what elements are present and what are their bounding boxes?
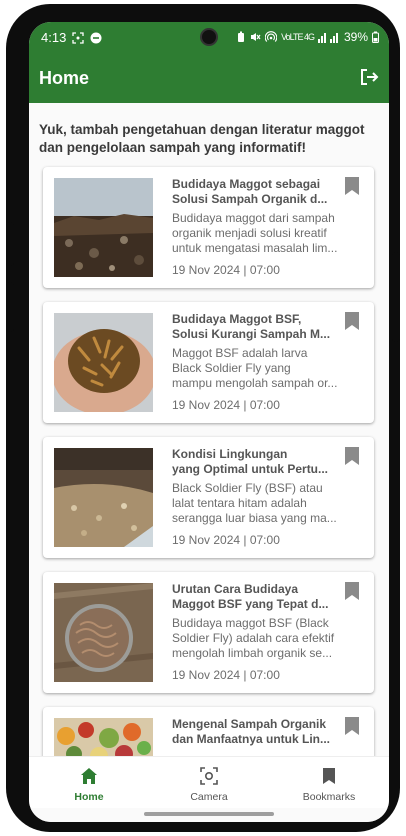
camera-scan-icon xyxy=(200,767,218,785)
bookmark-icon[interactable] xyxy=(345,447,359,465)
bookmark-icon[interactable] xyxy=(345,177,359,195)
article-thumbnail xyxy=(54,313,153,412)
logout-icon[interactable] xyxy=(359,67,379,87)
article-description: Maggot BSF adalah larva Black Soldier Fl… xyxy=(172,346,338,390)
power-button xyxy=(392,252,400,342)
article-card[interactable]: Budidaya Maggot sebagai Solusi Sampah Or… xyxy=(43,167,374,288)
battery-percent: 39% xyxy=(343,30,368,44)
network-type: VoLTE 4G xyxy=(281,32,315,42)
phone-frame: 4:13 VoLTE 4G 39% Home Yuk, tambah penge… xyxy=(6,4,400,832)
page-title: Home xyxy=(39,68,90,88)
screen: 4:13 VoLTE 4G 39% Home Yuk, tambah penge… xyxy=(29,22,389,822)
nav-camera[interactable]: Camera xyxy=(149,757,269,809)
article-description: Budidaya maggot BSF (Black Soldier Fly) … xyxy=(172,616,335,660)
nav-home[interactable]: Home xyxy=(29,757,149,809)
app-bar: Home xyxy=(29,53,389,103)
article-title: Kondisi Lingkungan yang Optimal untuk Pe… xyxy=(172,447,329,476)
volume-down-button xyxy=(6,282,14,332)
article-title: Urutan Cara Budidaya Maggot BSF yang Tep… xyxy=(172,582,329,611)
article-thumbnail xyxy=(54,718,153,756)
article-description: Black Soldier Fly (BSF) atau lalat tenta… xyxy=(172,481,337,525)
article-card[interactable]: Kondisi Lingkungan yang Optimal untuk Pe… xyxy=(43,437,374,558)
battery-icon xyxy=(372,31,379,43)
bookmark-icon[interactable] xyxy=(345,582,359,600)
article-thumbnail xyxy=(54,583,153,682)
status-bar: 4:13 VoLTE 4G 39% xyxy=(29,22,389,53)
bookmark-icon[interactable] xyxy=(345,312,359,330)
gesture-handle[interactable] xyxy=(144,812,274,816)
article-thumbnail xyxy=(54,448,153,547)
article-card[interactable]: Budidaya Maggot BSF, Solusi Kurangi Samp… xyxy=(43,302,374,423)
article-title: Budidaya Maggot sebagai Solusi Sampah Or… xyxy=(172,177,328,206)
article-title: Mengenal Sampah Organik dan Manfaatnya u… xyxy=(172,717,331,746)
bottom-navigation: Home Camera Bookmarks xyxy=(29,756,389,808)
signal-icon xyxy=(317,32,338,43)
mute-icon xyxy=(251,33,261,41)
article-title: Budidaya Maggot BSF, Solusi Kurangi Samp… xyxy=(172,312,331,341)
home-icon xyxy=(81,768,97,784)
bookmark-icon[interactable] xyxy=(345,717,359,735)
article-date: 19 Nov 2024 | 07:00 xyxy=(172,668,280,682)
nav-bookmarks[interactable]: Bookmarks xyxy=(269,757,389,809)
article-date: 19 Nov 2024 | 07:00 xyxy=(172,263,280,277)
article-card[interactable]: Urutan Cara Budidaya Maggot BSF yang Tep… xyxy=(43,572,374,693)
hotspot-icon xyxy=(265,31,278,42)
article-date: 19 Nov 2024 | 07:00 xyxy=(172,398,280,412)
nav-home-label: Home xyxy=(74,791,104,803)
status-time: 4:13 xyxy=(41,30,67,45)
volume-up-button xyxy=(6,222,14,266)
article-thumbnail xyxy=(54,178,153,277)
bookmark-icon xyxy=(323,768,335,784)
nav-camera-label: Camera xyxy=(190,791,228,803)
screenshot-icon xyxy=(72,31,84,44)
dnd-icon xyxy=(90,32,102,43)
article-feed[interactable]: Yuk, tambah pengetahuan dengan literatur… xyxy=(29,103,389,756)
article-date: 19 Nov 2024 | 07:00 xyxy=(172,533,280,547)
nav-bookmarks-label: Bookmarks xyxy=(302,791,356,803)
article-description: Budidaya maggot dari sampah organik menj… xyxy=(172,211,338,255)
front-camera xyxy=(200,28,218,46)
intro-text: Yuk, tambah pengetahuan dengan literatur… xyxy=(39,122,365,155)
article-card[interactable]: Mengenal Sampah Organik dan Manfaatnya u… xyxy=(43,707,374,756)
battery-saver-icon xyxy=(238,31,245,42)
